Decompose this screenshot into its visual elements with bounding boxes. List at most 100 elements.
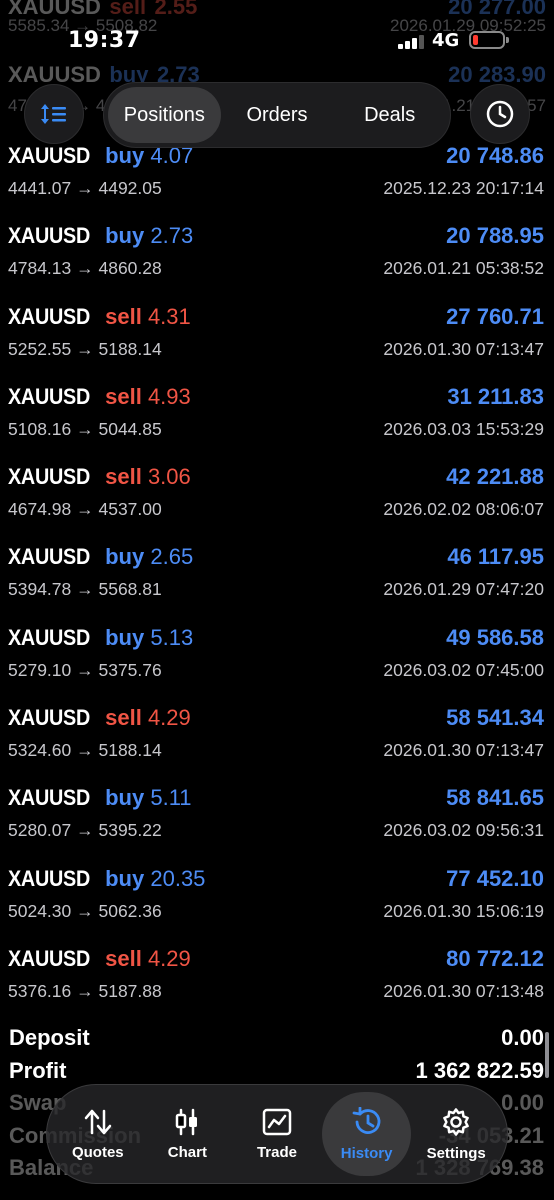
summary-value: 0.00 (501, 1025, 544, 1050)
price-range: 5252.55 → 5188.14 (8, 338, 162, 359)
tab-chart[interactable]: Chart (143, 1092, 233, 1176)
timestamp: 2026.01.21 05:38:52 (383, 258, 544, 279)
list-item[interactable]: XAUUSD buy 20.35 5024.30 → 5062.36 77 452… (0, 863, 554, 943)
timestamp: 2026.03.02 09:56:31 (383, 820, 544, 841)
symbol: XAUUSD (8, 865, 90, 891)
scrollbar[interactable] (545, 1032, 549, 1078)
timestamp: 2026.01.30 07:13:47 (383, 740, 544, 761)
timestamp: 2026.03.03 15:53:29 (383, 418, 544, 439)
list-item[interactable]: XAUUSD buy 2.65 5394.78 → 5568.81 46 117.… (0, 541, 554, 621)
trade-type: buy 5.11 (105, 785, 192, 811)
price-range: 4674.98 → 4537.00 (8, 499, 162, 520)
volume: 20.35 (150, 865, 206, 891)
network-type: 4G (432, 30, 460, 51)
signal-icon (398, 35, 424, 49)
deals-list: XAUUSD buy 4.07 4441.07 → 4492.05 20 748.… (0, 140, 554, 1023)
symbol: XAUUSD (8, 143, 90, 168)
tab-settings[interactable]: Settings (411, 1092, 501, 1176)
view-tabs: Positions Orders Deals (103, 82, 451, 148)
tab-label: History (340, 1144, 393, 1162)
price-range: 5279.10 → 5375.76 (8, 659, 162, 680)
profit: 49 586.58 (446, 624, 544, 650)
trade-chart-icon (262, 1108, 292, 1135)
volume: 5.11 (150, 785, 192, 811)
profit: 20 788.95 (446, 223, 544, 249)
sort-button[interactable] (24, 84, 84, 144)
list-item[interactable]: XAUUSD sell 4.29 5376.16 → 5187.88 80 772… (0, 943, 554, 1023)
profit: 42 221.88 (446, 464, 544, 490)
trade-type: sell 4.93 (105, 383, 191, 409)
symbol: XAUUSD (8, 383, 90, 409)
candlestick-icon (176, 1108, 198, 1135)
trade-type: buy 20.35 (105, 865, 206, 891)
profit: 77 452.10 (446, 865, 544, 891)
trade-type: buy 5.13 (105, 624, 194, 650)
timestamp: 2026.01.30 15:06:19 (383, 900, 544, 921)
trade-type: sell 3.06 (105, 464, 191, 490)
list-item[interactable]: XAUUSD buy 4.07 4441.07 → 4492.05 20 748.… (0, 140, 554, 220)
history-icon (352, 1106, 380, 1134)
tab-orders[interactable]: Orders (221, 87, 334, 143)
profit: 31 211.83 (447, 383, 544, 409)
quotes-icon (84, 1109, 112, 1134)
list-item[interactable]: XAUUSD sell 4.29 5324.60 → 5188.14 58 541… (0, 702, 554, 782)
tab-quotes[interactable]: Quotes (53, 1092, 143, 1176)
profit: 27 760.71 (446, 303, 544, 329)
trade-type: sell 4.29 (105, 705, 191, 731)
symbol: XAUUSD (8, 223, 90, 249)
list-item[interactable]: XAUUSD buy 2.73 4784.13 → 4860.28 20 788.… (0, 220, 554, 300)
price-range: 5108.16 → 5044.85 (8, 418, 162, 439)
timestamp: 2026.01.30 07:13:47 (383, 338, 544, 359)
volume: 4.93 (147, 383, 191, 409)
volume: 4.29 (147, 945, 191, 971)
profit: 20 748.86 (446, 143, 544, 168)
volume: 5.13 (150, 624, 194, 650)
list-item[interactable]: XAUUSD sell 3.06 4674.98 → 4537.00 42 221… (0, 461, 554, 541)
symbol: XAUUSD (8, 705, 90, 731)
symbol: XAUUSD (8, 945, 90, 971)
summary-label: Deposit (9, 1025, 90, 1050)
list-item[interactable]: XAUUSD buy 5.11 5280.07 → 5395.22 58 841.… (0, 782, 554, 862)
symbol: XAUUSD (8, 544, 90, 570)
price-range: 4784.13 → 4860.28 (8, 258, 162, 279)
bottom-tab-bar: Quotes Chart Trade History Settings (46, 1084, 508, 1184)
price-range: 5280.07 → 5395.22 (8, 820, 162, 841)
volume: 4.29 (147, 705, 191, 731)
status-time: 19:37 (68, 28, 141, 53)
price-range: 5024.30 → 5062.36 (8, 900, 162, 921)
timestamp: 2025.12.23 20:17:14 (383, 178, 544, 198)
summary-profit: Profit 1 362 822.59 (0, 1055, 554, 1088)
tab-positions[interactable]: Positions (108, 87, 221, 143)
symbol: XAUUSD (8, 303, 90, 329)
price-range: 5324.60 → 5188.14 (8, 740, 162, 761)
tab-trade[interactable]: Trade (232, 1092, 322, 1176)
status-bar: 19:37 4G (0, 0, 554, 70)
profit: 80 772.12 (446, 945, 544, 971)
symbol: XAUUSD (8, 624, 90, 650)
list-item[interactable]: XAUUSD sell 4.31 5252.55 → 5188.14 27 760… (0, 301, 554, 381)
symbol: XAUUSD (8, 785, 90, 811)
volume: 3.06 (147, 464, 191, 490)
timestamp: 2026.01.30 07:13:48 (383, 980, 544, 1001)
tab-deals[interactable]: Deals (333, 87, 446, 143)
battery-icon (469, 31, 509, 49)
timestamp: 2026.02.02 08:06:07 (383, 499, 544, 520)
timestamp: 2026.03.02 07:45:00 (383, 659, 544, 680)
period-button[interactable] (470, 84, 530, 144)
trade-type: sell 4.29 (105, 945, 191, 971)
price-range: 5376.16 → 5187.88 (8, 980, 162, 1001)
tab-history[interactable]: History (321, 1092, 412, 1176)
profit: 58 841.65 (446, 785, 544, 811)
tab-label: Chart (167, 1143, 207, 1161)
tab-label: Settings (426, 1144, 486, 1162)
summary-value: 1 362 822.59 (415, 1057, 544, 1083)
volume: 2.65 (150, 544, 194, 570)
summary-deposit: Deposit 0.00 (0, 1022, 554, 1055)
profit: 58 541.34 (446, 705, 544, 731)
price-range: 4441.07 → 4492.05 (8, 178, 162, 198)
summary-value: 0.00 (501, 1090, 544, 1115)
symbol: XAUUSD (8, 464, 90, 490)
list-item[interactable]: XAUUSD buy 5.13 5279.10 → 5375.76 49 586.… (0, 622, 554, 702)
list-item[interactable]: XAUUSD sell 4.93 5108.16 → 5044.85 31 211… (0, 381, 554, 461)
trade-type: sell 4.31 (105, 303, 191, 329)
